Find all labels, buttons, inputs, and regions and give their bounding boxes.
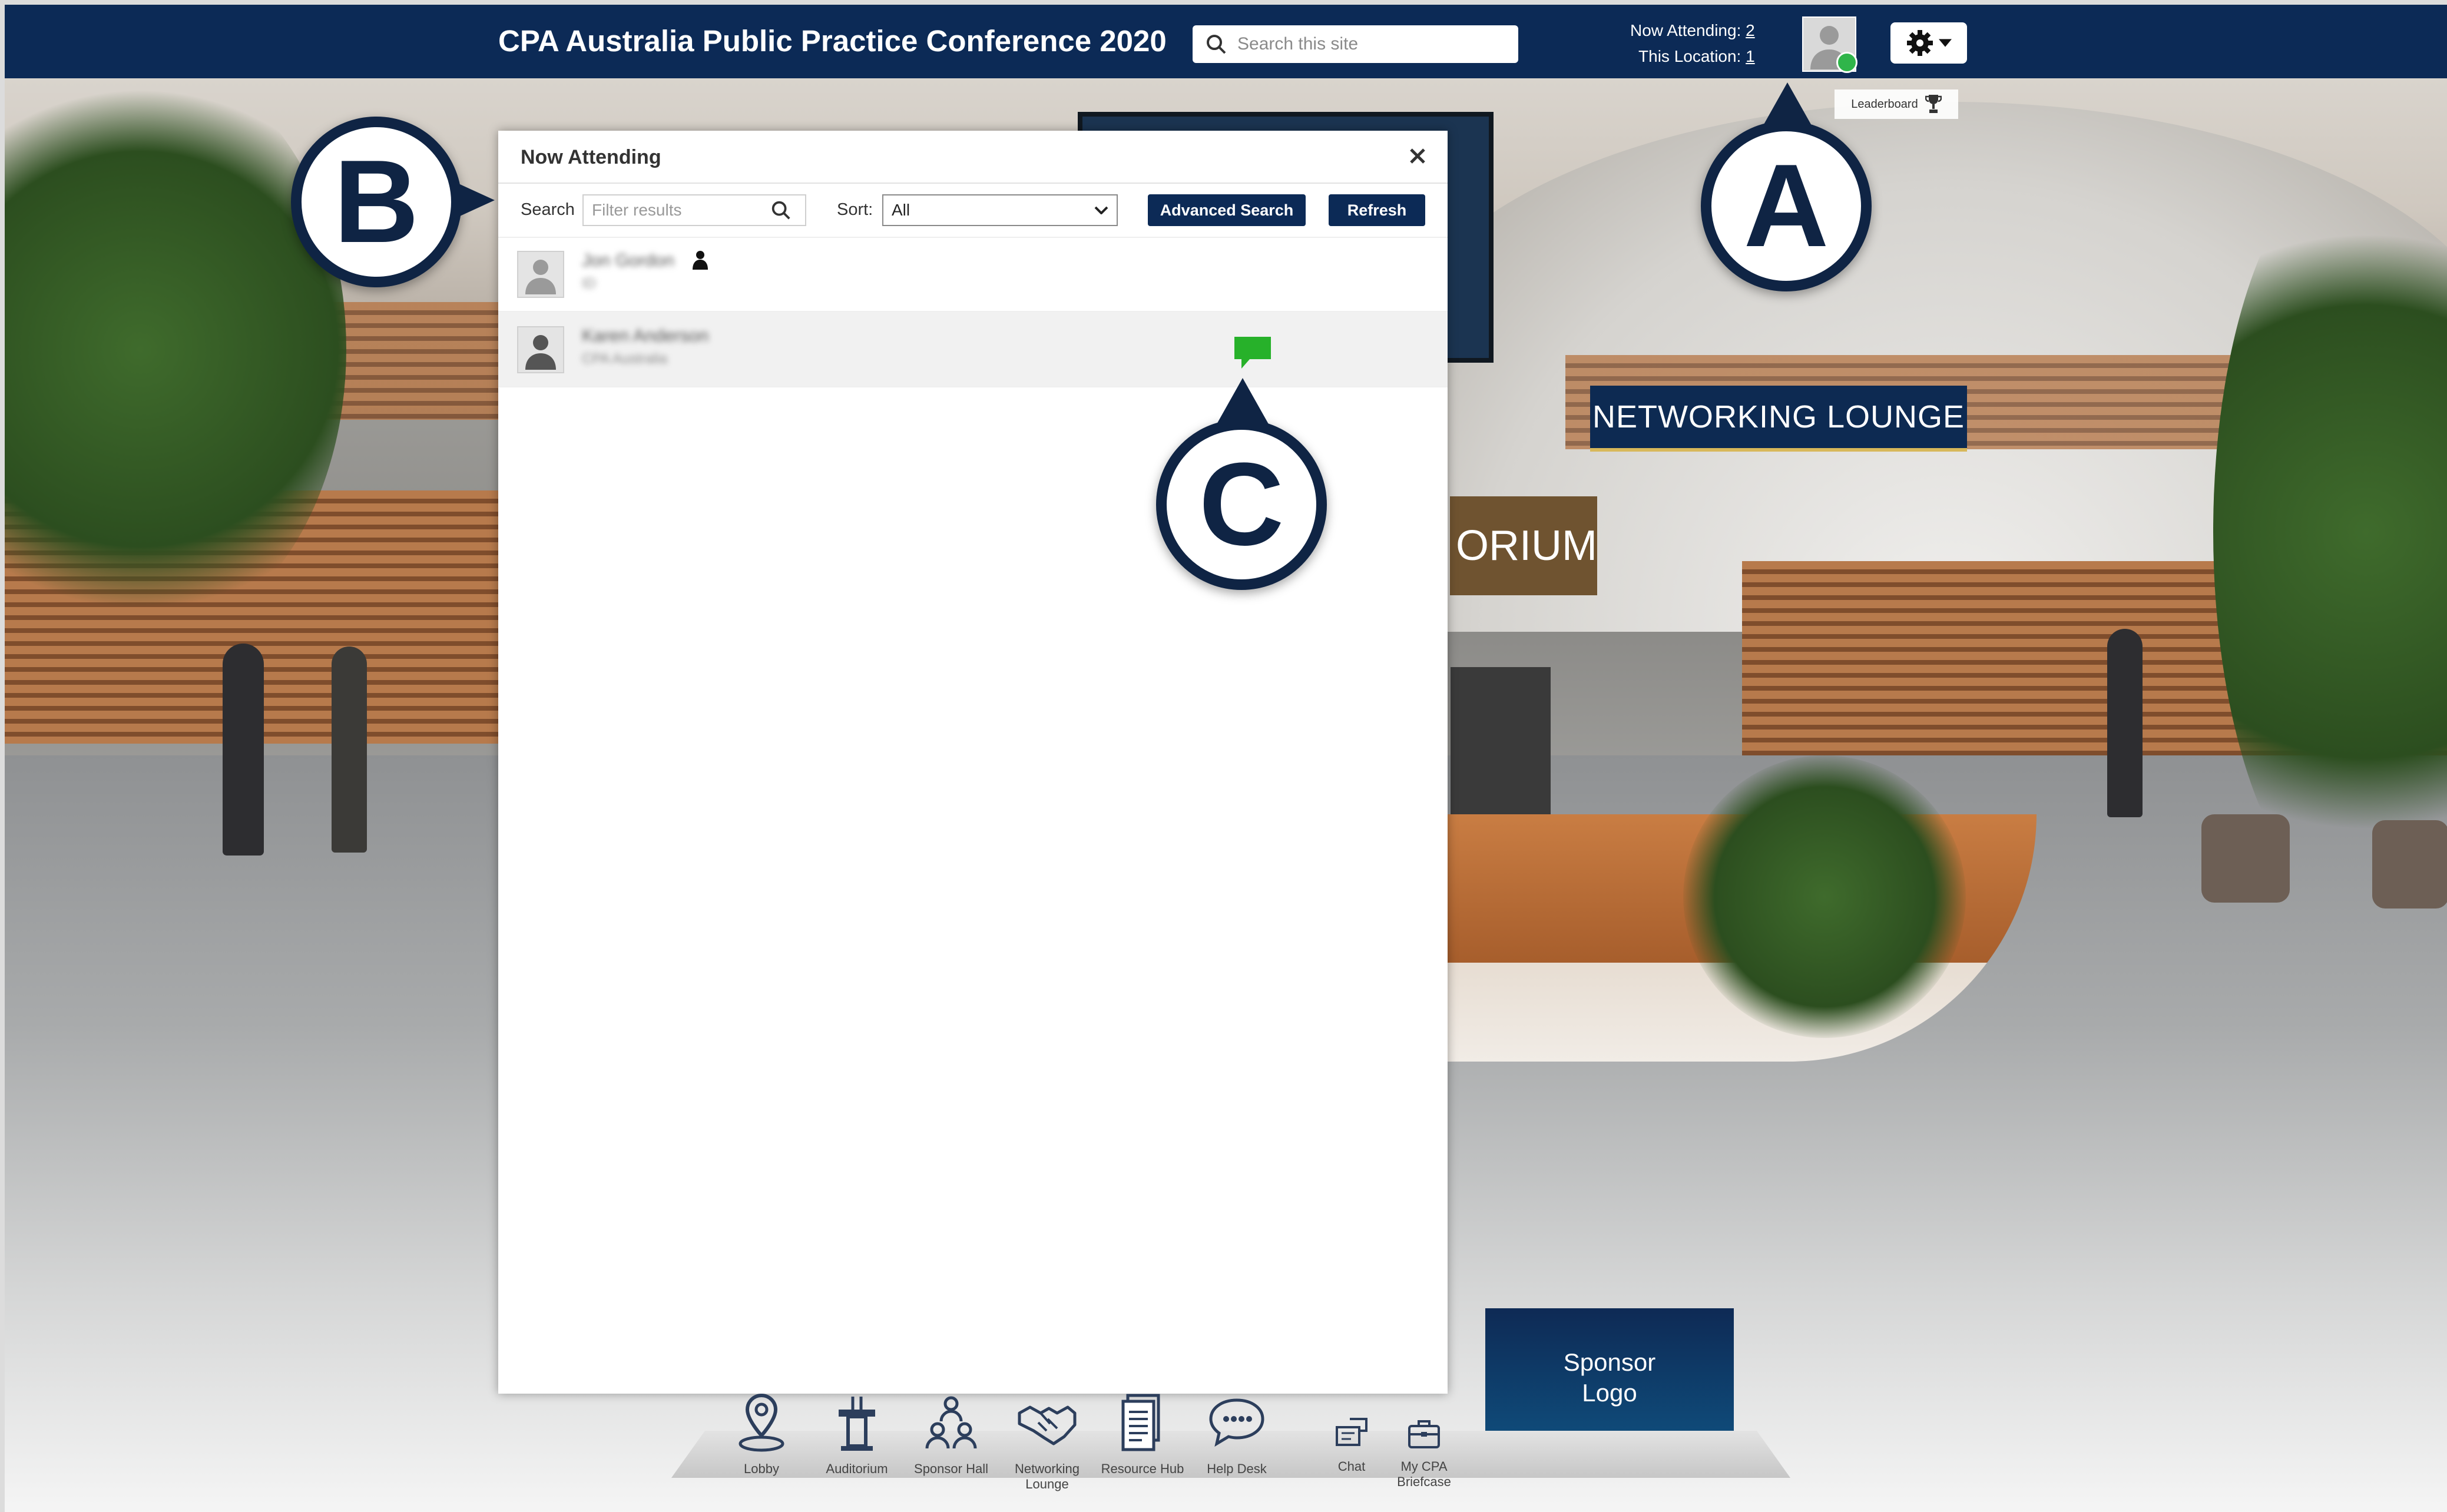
nav-my-cpa-briefcase[interactable]: My CPA Briefcase xyxy=(1374,1390,1474,1490)
handshake-icon xyxy=(1018,1405,1077,1445)
current-user-icon xyxy=(693,251,708,270)
advanced-search-button[interactable]: Advanced Search xyxy=(1148,194,1306,226)
dialog-toolbar: Search Sort: All Advanced Search Refresh xyxy=(498,184,1448,238)
nav-auditorium[interactable]: Auditorium xyxy=(807,1390,907,1492)
auditorium-sign[interactable]: ORIUM xyxy=(1450,496,1597,595)
callout-a: A xyxy=(1701,121,1872,291)
site-title: CPA Australia Public Practice Conference… xyxy=(498,24,1167,58)
nav-label: My CPA Briefcase xyxy=(1397,1459,1451,1489)
attendee-subtitle: ID xyxy=(582,276,596,291)
leaderboard-label: Leaderboard xyxy=(1851,97,1918,111)
sort-value: All xyxy=(892,201,910,219)
lounge-chair xyxy=(2201,814,2290,903)
callout-c-pointer xyxy=(1216,378,1269,425)
now-attending-line: Now Attending: 2 xyxy=(1630,18,1755,44)
sponsor-line-1: Sponsor xyxy=(1563,1348,1656,1376)
nav-resource-hub[interactable]: Resource Hub xyxy=(1092,1390,1193,1492)
potted-plant xyxy=(1683,755,1966,1038)
search-icon xyxy=(1207,35,1226,54)
close-icon xyxy=(1410,148,1425,164)
nav-label: Sponsor Hall xyxy=(914,1461,988,1476)
now-attending-count[interactable]: 2 xyxy=(1746,21,1755,39)
attendee-subtitle: CPA Australia xyxy=(582,351,667,367)
chat-bubble-icon xyxy=(1209,1398,1264,1447)
sort-select[interactable]: All xyxy=(882,194,1118,226)
chevron-down-icon xyxy=(1094,206,1108,214)
online-status-icon xyxy=(1836,52,1857,73)
nav-sponsor-hall[interactable]: Sponsor Hall xyxy=(901,1390,1001,1492)
avatar-figure xyxy=(2107,629,2143,817)
attendee-photo xyxy=(517,251,564,298)
site-search-input[interactable] xyxy=(1236,34,1498,55)
this-location-label: This Location: xyxy=(1638,47,1741,65)
sponsor-line-2: Logo xyxy=(1582,1379,1637,1407)
nav-label: Lobby xyxy=(744,1461,779,1476)
callout-b-pointer xyxy=(453,181,495,219)
this-location-line: This Location: 1 xyxy=(1630,44,1755,69)
attendee-name: Karen Anderson xyxy=(582,326,709,346)
nav-help-desk[interactable]: Help Desk xyxy=(1187,1390,1287,1492)
start-chat-icon[interactable] xyxy=(1234,337,1271,369)
trophy-icon xyxy=(1925,95,1942,113)
chat-icon xyxy=(1336,1418,1367,1446)
map-pin-icon xyxy=(739,1393,784,1452)
sort-label: Sort: xyxy=(837,200,873,219)
chevron-down-icon xyxy=(1939,39,1952,47)
search-label: Search xyxy=(521,200,575,219)
nav-networking-lounge[interactable]: Networking Lounge xyxy=(997,1390,1097,1492)
people-group-icon xyxy=(925,1396,977,1449)
filter-field[interactable] xyxy=(582,194,806,226)
top-bar: CPA Australia Public Practice Conference… xyxy=(5,5,2447,78)
dialog-header: Now Attending xyxy=(498,131,1448,184)
document-icon xyxy=(1121,1394,1160,1451)
leaderboard-button[interactable]: Leaderboard xyxy=(1835,89,1958,119)
nav-label: Networking Lounge xyxy=(1014,1461,1080,1491)
close-button[interactable] xyxy=(1403,141,1432,171)
attendee-row[interactable]: Jon Gordon ID xyxy=(498,237,1448,312)
networking-lounge-sign[interactable]: NETWORKING LOUNGE xyxy=(1590,386,1967,452)
gear-icon xyxy=(1907,30,1933,56)
user-silhouette-icon xyxy=(525,335,556,370)
search-icon[interactable] xyxy=(770,199,792,221)
dialog-title: Now Attending xyxy=(521,146,661,168)
nav-label: Help Desk xyxy=(1207,1461,1267,1476)
this-location-count[interactable]: 1 xyxy=(1746,47,1755,65)
now-attending-label: Now Attending: xyxy=(1630,21,1741,39)
callout-a-pointer xyxy=(1761,82,1814,130)
attendee-row[interactable]: Karen Anderson CPA Australia xyxy=(498,312,1448,387)
settings-menu-button[interactable] xyxy=(1890,22,1967,64)
nav-lobby[interactable]: Lobby xyxy=(711,1390,812,1492)
callout-b: B xyxy=(291,117,462,287)
callout-c: C xyxy=(1156,419,1327,590)
briefcase-icon xyxy=(1408,1420,1440,1448)
avatar-figure xyxy=(223,644,264,856)
user-avatar[interactable] xyxy=(1802,16,1857,73)
nav-label: Auditorium xyxy=(826,1461,888,1476)
refresh-button[interactable]: Refresh xyxy=(1329,194,1425,226)
nav-label: Resource Hub xyxy=(1101,1461,1184,1476)
avatar-figure xyxy=(332,646,367,853)
attendance-stats: Now Attending: 2 This Location: 1 xyxy=(1630,18,1755,69)
lounge-chair xyxy=(2372,820,2447,908)
attendee-photo xyxy=(517,326,564,373)
site-search[interactable] xyxy=(1193,25,1518,63)
user-silhouette-icon xyxy=(525,260,556,294)
sponsor-logo[interactable]: Sponsor Logo xyxy=(1485,1308,1734,1447)
attendee-name: Jon Gordon xyxy=(582,251,674,270)
filter-input[interactable] xyxy=(591,200,770,220)
now-attending-dialog: Now Attending Search Sort: All Advanced … xyxy=(498,131,1448,1394)
podium-icon xyxy=(839,1397,875,1451)
